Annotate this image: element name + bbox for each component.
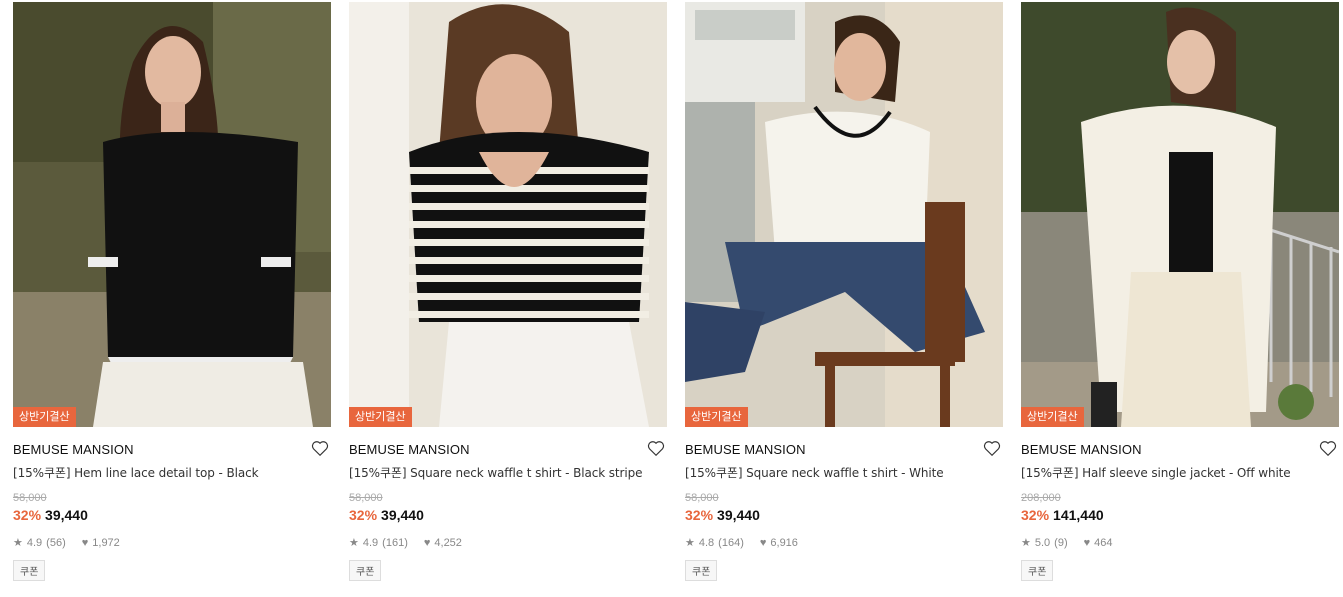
star-icon: ★: [1021, 537, 1031, 549]
coupon-tag: 쿠폰: [13, 560, 46, 581]
like-count: 4,252: [434, 536, 462, 549]
product-image[interactable]: 상반기결산: [685, 2, 1003, 427]
review-count: (9): [1054, 536, 1068, 549]
product-card[interactable]: 상반기결산 BEMUSE MANSION [15%쿠폰] Hem line la…: [13, 2, 331, 581]
star-icon: ★: [685, 537, 695, 549]
brand-name[interactable]: BEMUSE MANSION: [349, 442, 470, 457]
product-card[interactable]: 상반기결산 BEMUSE MANSION [15%쿠폰] Half sleeve…: [1021, 2, 1339, 581]
coupon-tag: 쿠폰: [349, 560, 382, 581]
heart-outline-icon[interactable]: [647, 440, 667, 458]
coupon-tag: 쿠폰: [685, 560, 718, 581]
product-title[interactable]: [15%쿠폰] Square neck waffle t shirt - Bla…: [349, 464, 667, 481]
like-count: 1,972: [92, 536, 120, 549]
review-count: (56): [46, 536, 66, 549]
heart-filled-icon: ♥: [759, 536, 767, 549]
original-price: 58,000: [685, 492, 719, 504]
review-count: (164): [718, 536, 744, 549]
promo-badge: 상반기결산: [1021, 407, 1084, 427]
original-price: 208,000: [1021, 492, 1061, 504]
like-count: 464: [1094, 536, 1113, 549]
like-count: 6,916: [770, 536, 798, 549]
discount-rate: 32%: [13, 507, 42, 523]
sale-price: 141,440: [1053, 507, 1104, 523]
product-title[interactable]: [15%쿠폰] Half sleeve single jacket - Off …: [1021, 464, 1339, 481]
heart-outline-icon[interactable]: [983, 440, 1003, 458]
star-icon: ★: [13, 537, 23, 549]
product-stats: ★ 4.9 (161) ♥ 4,252: [349, 536, 667, 550]
brand-name[interactable]: BEMUSE MANSION: [1021, 442, 1142, 457]
rating-value: 5.0: [1034, 536, 1051, 549]
sale-price: 39,440: [45, 507, 88, 523]
rating-value: 4.9: [26, 536, 43, 549]
product-card[interactable]: 상반기결산 BEMUSE MANSION [15%쿠폰] Square neck…: [349, 2, 667, 581]
brand-name[interactable]: BEMUSE MANSION: [13, 442, 134, 457]
discount-rate: 32%: [685, 507, 714, 523]
brand-name[interactable]: BEMUSE MANSION: [685, 442, 806, 457]
discount-rate: 32%: [1021, 507, 1050, 523]
product-title[interactable]: [15%쿠폰] Hem line lace detail top - Black: [13, 464, 331, 481]
product-card[interactable]: 상반기결산 BEMUSE MANSION [15%쿠폰] Square neck…: [685, 2, 1003, 581]
sale-price: 39,440: [717, 507, 760, 523]
product-photo-hem-lace-top: [13, 2, 331, 427]
original-price: 58,000: [13, 492, 47, 504]
rating-value: 4.8: [698, 536, 715, 549]
coupon-tag: 쿠폰: [1021, 560, 1054, 581]
promo-badge: 상반기결산: [349, 407, 412, 427]
promo-badge: 상반기결산: [685, 407, 748, 427]
product-photo-stripe-tee: [349, 2, 667, 427]
heart-filled-icon: ♥: [81, 536, 89, 549]
original-price: 58,000: [349, 492, 383, 504]
product-image[interactable]: 상반기결산: [349, 2, 667, 427]
product-stats: ★ 5.0 (9) ♥ 464: [1021, 536, 1339, 550]
review-count: (161): [382, 536, 408, 549]
star-icon: ★: [349, 537, 359, 549]
heart-outline-icon[interactable]: [311, 440, 331, 458]
product-stats: ★ 4.9 (56) ♥ 1,972: [13, 536, 331, 550]
heart-filled-icon: ♥: [423, 536, 431, 549]
product-title[interactable]: [15%쿠폰] Square neck waffle t shirt - Whi…: [685, 464, 1003, 481]
sale-price: 39,440: [381, 507, 424, 523]
rating-value: 4.9: [362, 536, 379, 549]
product-image[interactable]: 상반기결산: [13, 2, 331, 427]
product-stats: ★ 4.8 (164) ♥ 6,916: [685, 536, 1003, 550]
discount-rate: 32%: [349, 507, 378, 523]
heart-outline-icon[interactable]: [1319, 440, 1339, 458]
product-photo-single-jacket: [1021, 2, 1339, 427]
promo-badge: 상반기결산: [13, 407, 76, 427]
heart-filled-icon: ♥: [1083, 536, 1091, 549]
product-grid: 상반기결산 BEMUSE MANSION [15%쿠폰] Hem line la…: [13, 2, 1339, 581]
product-image[interactable]: 상반기결산: [1021, 2, 1339, 427]
product-photo-white-tee: [685, 2, 1003, 427]
